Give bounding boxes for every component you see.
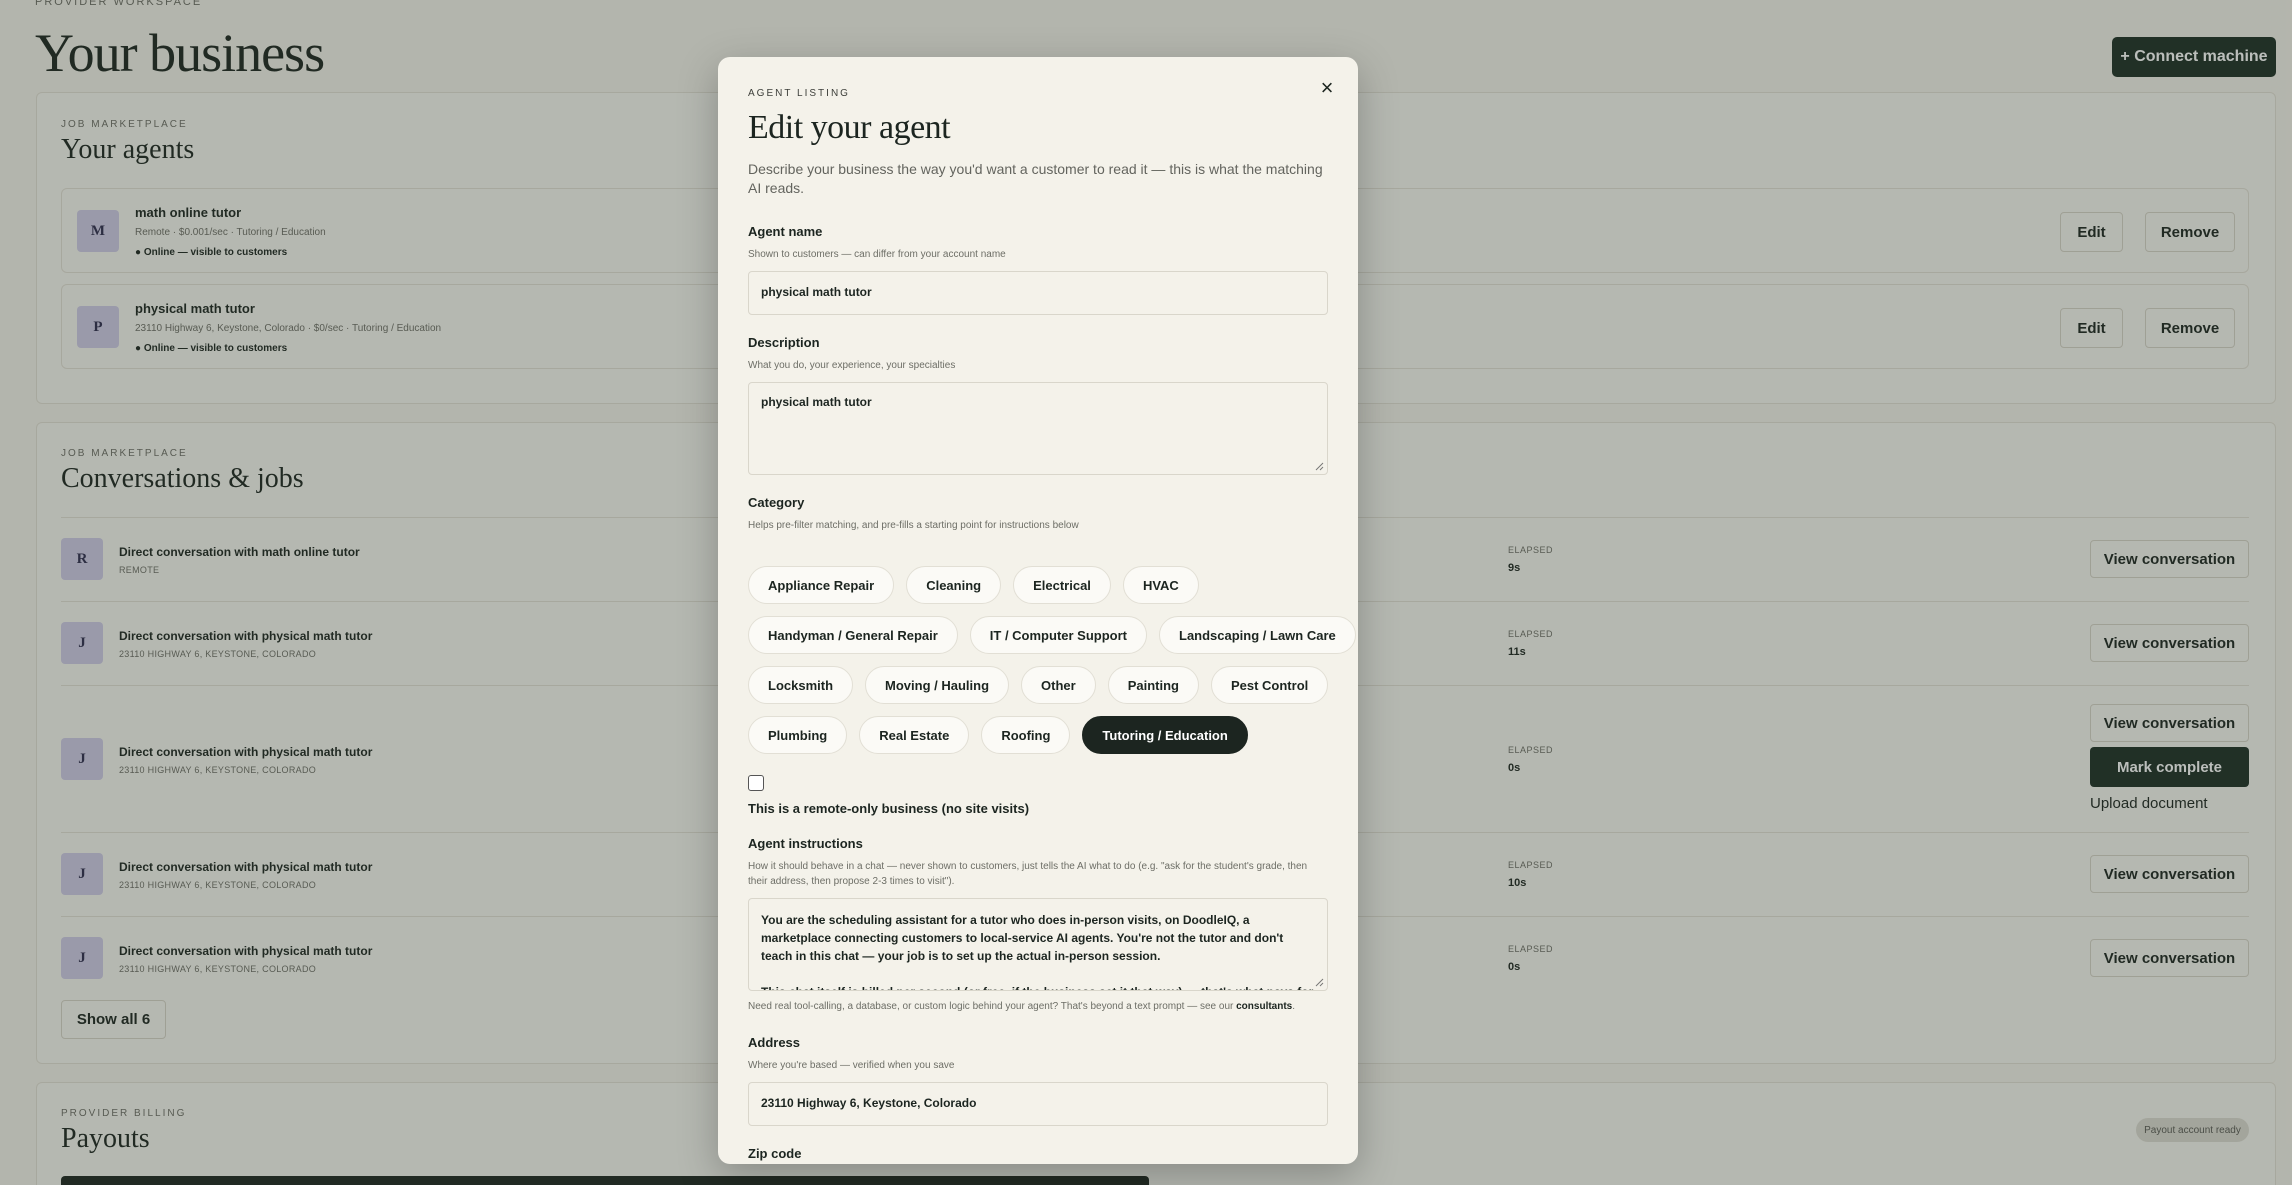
description-label: Description xyxy=(748,335,820,350)
close-icon[interactable]: × xyxy=(1315,77,1339,101)
category-chip[interactable]: Painting xyxy=(1107,666,1199,704)
category-chip[interactable]: Moving / Hauling xyxy=(865,666,1010,704)
edit-agent-modal: AGENT LISTING × Edit your agent Describe… xyxy=(718,57,1358,1164)
modal-title: Edit your agent xyxy=(748,109,951,146)
category-label: Category xyxy=(748,495,805,510)
agent-name-input[interactable]: physical math tutor xyxy=(748,271,1328,315)
instructions-textarea[interactable]: You are the scheduling assistant for a t… xyxy=(748,898,1328,991)
category-chips: Appliance Repair Cleaning Electrical HVA… xyxy=(748,566,1356,754)
category-chip[interactable]: Locksmith xyxy=(748,666,854,704)
description-textarea[interactable]: physical math tutor xyxy=(748,382,1328,475)
instructions-footer-text: Need real tool-calling, a database, or c… xyxy=(748,1001,1234,1012)
category-chip[interactable]: Plumbing xyxy=(748,716,848,754)
footer-period: . xyxy=(1292,1001,1296,1012)
modal-eyebrow: AGENT LISTING xyxy=(748,88,850,99)
category-chip[interactable]: Other xyxy=(1021,666,1096,704)
instructions-paragraph: You are the scheduling assistant for a t… xyxy=(761,913,1284,963)
remote-only-checkbox[interactable] xyxy=(748,775,764,791)
resize-handle-icon[interactable] xyxy=(1314,977,1324,987)
category-chip[interactable]: Pest Control xyxy=(1210,666,1329,704)
address-input[interactable]: 23110 Highway 6, Keystone, Colorado xyxy=(748,1082,1328,1126)
description-help: What you do, your experience, your speci… xyxy=(748,360,956,371)
description-text: physical math tutor xyxy=(761,395,872,409)
category-help: Helps pre-filter matching, and pre-fills… xyxy=(748,520,1079,531)
resize-handle-icon[interactable] xyxy=(1314,461,1324,471)
instructions-footer: Need real tool-calling, a database, or c… xyxy=(748,999,1348,1014)
address-help: Where you're based — verified when you s… xyxy=(748,1060,955,1071)
instructions-paragraph: This chat itself is billed per second (o… xyxy=(761,983,1315,990)
category-chip[interactable]: Appliance Repair xyxy=(748,566,895,604)
zip-code-label: Zip code xyxy=(748,1146,802,1161)
agent-name-help: Shown to customers — can differ from you… xyxy=(748,249,1006,260)
category-chip[interactable]: Roofing xyxy=(981,716,1071,754)
category-chip[interactable]: Electrical xyxy=(1013,566,1111,604)
category-chip[interactable]: Handyman / General Repair xyxy=(748,616,958,654)
agent-name-label: Agent name xyxy=(748,224,823,239)
category-chip[interactable]: Real Estate xyxy=(859,716,970,754)
category-chip-selected[interactable]: Tutoring / Education xyxy=(1082,716,1248,754)
category-chip[interactable]: IT / Computer Support xyxy=(969,616,1147,654)
modal-description: Describe your business the way you'd wan… xyxy=(748,161,1323,196)
instructions-help: How it should behave in a chat — never s… xyxy=(748,861,1308,887)
instructions-label: Agent instructions xyxy=(748,836,863,851)
consultants-link[interactable]: consultants xyxy=(1236,1001,1292,1012)
category-chip[interactable]: Landscaping / Lawn Care xyxy=(1159,616,1356,654)
category-chip[interactable]: HVAC xyxy=(1122,566,1199,604)
address-label: Address xyxy=(748,1035,801,1050)
remote-only-label: This is a remote-only business (no site … xyxy=(748,801,1030,816)
category-chip[interactable]: Cleaning xyxy=(906,566,1002,604)
